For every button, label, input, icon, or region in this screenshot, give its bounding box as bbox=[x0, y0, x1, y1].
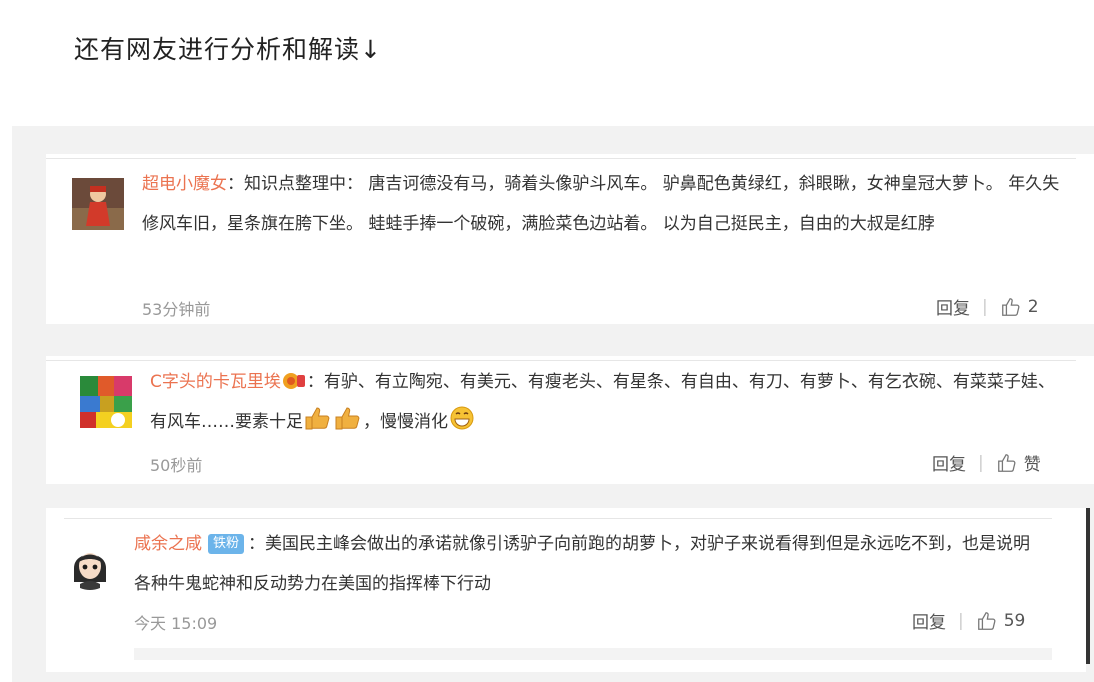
comment-actions: 回复 | 赞 bbox=[932, 450, 1041, 476]
avatar[interactable] bbox=[72, 178, 124, 230]
comment-body: C字头的卡瓦里埃 ：有驴、有立陶宛、有美元、有瘦老头、有星条、有自由、有刀、有萝卜… bbox=[150, 362, 1070, 442]
comment-card: 咸余之咸 铁粉 ：美国民主峰会做出的承诺就像引诱驴子向前跑的胡萝卜，对驴子来说看得到… bbox=[46, 508, 1086, 672]
comment-username[interactable]: 超电小魔女 bbox=[142, 174, 227, 194]
thumbs-up-icon bbox=[1001, 297, 1020, 316]
reply-button[interactable]: 回复 bbox=[912, 608, 946, 633]
avatar-colorful-blocks-icon bbox=[80, 376, 132, 428]
like-button[interactable]: 2 bbox=[1000, 296, 1039, 318]
comment-username[interactable]: C字头的卡瓦里埃 bbox=[150, 372, 281, 392]
comment-body: 咸余之咸 铁粉 ：美国民主峰会做出的承诺就像引诱驴子向前跑的胡萝卜，对驴子来说看得到… bbox=[134, 534, 1031, 594]
comment-time: 今天 15:09 bbox=[134, 614, 218, 633]
thumbs-up-icon bbox=[977, 611, 996, 630]
fan-badge: 铁粉 bbox=[208, 534, 245, 554]
comment-actions: 回复 | 2 bbox=[936, 294, 1039, 320]
like-label: 赞 bbox=[1023, 455, 1041, 475]
comment-text: 美国民主峰会做出的承诺就像引诱驴子向前跑的胡萝卜，对驴子来说看得到但是永远吃不到… bbox=[134, 534, 1031, 594]
like-count: 59 bbox=[1003, 610, 1026, 631]
comment-card: C字头的卡瓦里埃 ：有驴、有立陶宛、有美元、有瘦老头、有星条、有自由、有刀、有萝卜… bbox=[46, 356, 1094, 484]
level-medal-icon bbox=[282, 373, 305, 389]
avatar[interactable] bbox=[64, 538, 116, 590]
comment-text: 知识点整理中： 唐吉诃德没有马，骑着头像驴斗风车。 驴鼻配色黄绿红，斜眼瞅，女神… bbox=[142, 174, 1060, 234]
article-heading: 还有网友进行分析和解读↓ bbox=[74, 35, 382, 64]
comment-actions: 回复 | 59 bbox=[912, 608, 1026, 634]
thumbs-up-icon bbox=[997, 453, 1016, 472]
grin-emoji-icon bbox=[450, 406, 474, 430]
scrollbar[interactable] bbox=[1086, 508, 1090, 664]
reply-button[interactable]: 回复 bbox=[932, 450, 966, 475]
reply-button[interactable]: 回复 bbox=[936, 294, 970, 319]
comment-screenshot: 超电小魔女：知识点整理中： 唐吉诃德没有马，骑着头像驴斗风车。 驴鼻配色黄绿红，… bbox=[12, 126, 1094, 682]
comment-time: 53分钟前 bbox=[142, 300, 211, 319]
avatar-cartoon-girl-icon bbox=[64, 538, 116, 590]
comment-body: 超电小魔女：知识点整理中： 唐吉诃德没有马，骑着头像驴斗风车。 驴鼻配色黄绿红，… bbox=[142, 174, 1060, 234]
avatar-red-figure-icon bbox=[72, 178, 124, 230]
comment-username[interactable]: 咸余之咸 bbox=[134, 534, 202, 554]
comment-card: 超电小魔女：知识点整理中： 唐吉诃德没有马，骑着头像驴斗风车。 驴鼻配色黄绿红，… bbox=[46, 154, 1094, 324]
comment-time: 50秒前 bbox=[150, 456, 203, 475]
like-button[interactable]: 赞 bbox=[996, 450, 1041, 475]
thumbs-up-emoji-icon bbox=[305, 407, 330, 430]
avatar[interactable] bbox=[80, 376, 132, 428]
like-count: 2 bbox=[1027, 296, 1039, 317]
like-button[interactable]: 59 bbox=[976, 610, 1026, 632]
thumbs-up-emoji-icon bbox=[335, 407, 360, 430]
